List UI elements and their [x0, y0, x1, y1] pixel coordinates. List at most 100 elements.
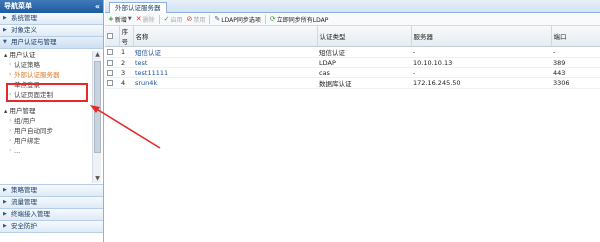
delete-button[interactable]: ✕ 删除 — [136, 15, 155, 24]
prohibit-icon: ⊘ — [186, 14, 193, 23]
disable-button[interactable]: ⊘ 禁用 — [187, 15, 206, 24]
table-row[interactable]: 1 短信认证 短信认证 - - — [105, 46, 600, 58]
cell-server: 10.10.10.13 — [411, 57, 551, 68]
sidebar-section-traffic[interactable]: ▶ 流量管理 — [0, 197, 103, 209]
cell-name-link[interactable]: test11111 — [133, 67, 317, 78]
sync-all-label: 立即同步所有LDAP — [276, 16, 329, 24]
tab-external-auth-server[interactable]: 外部认证服务器 — [109, 2, 167, 13]
scrollbar-thumb[interactable] — [94, 61, 101, 153]
sidebar-section-label: 终端接入管理 — [11, 210, 50, 218]
cell-port: 443 — [551, 67, 600, 78]
sidebar-tree-panel: ▴ 用户认证 认证策略 外部认证服务器 单点登录 认证页面定制 ▴ 用户管理 组… — [0, 49, 103, 185]
disable-label: 禁用 — [193, 16, 206, 24]
sidebar-section-terminal[interactable]: ▶ 终端接入管理 — [0, 209, 103, 221]
cell-name-link[interactable]: srun4k — [133, 77, 317, 89]
tree-item-groups-users[interactable]: 组/用户 — [0, 116, 91, 126]
cell-name-link[interactable]: 短信认证 — [133, 46, 317, 58]
row-checkbox[interactable] — [105, 57, 119, 68]
sidebar-section-label: 对象定义 — [11, 26, 37, 34]
cell-index: 3 — [119, 67, 133, 78]
cell-port: 389 — [551, 57, 600, 68]
scroll-up-icon[interactable]: ▲ — [93, 51, 102, 59]
cell-type: cas — [317, 67, 411, 78]
sidebar-scrollbar[interactable]: ▲ ▼ — [92, 51, 101, 183]
column-header-type[interactable]: 认证类型 — [317, 26, 412, 47]
add-label: 新增 — [114, 16, 127, 24]
expand-arrow-icon: ▶ — [3, 211, 7, 217]
sidebar-header: 导航菜单 « — [0, 0, 103, 13]
expand-arrow-icon: ▶ — [3, 15, 7, 21]
expand-arrow-icon: ▶ — [3, 187, 7, 193]
row-checkbox[interactable] — [105, 67, 119, 78]
sidebar-section-label: 用户认证与管理 — [11, 38, 57, 46]
column-header-server[interactable]: 服务器 — [411, 26, 552, 47]
cell-index: 2 — [119, 57, 133, 68]
sidebar-section-objects[interactable]: ▶ 对象定义 — [0, 25, 103, 37]
cell-port: 3306 — [551, 77, 600, 89]
plus-icon: + — [108, 14, 114, 23]
enable-label: 启用 — [170, 16, 183, 24]
sidebar: 导航菜单 « ▶ 系统管理 ▶ 对象定义 ▼ 用户认证与管理 ▴ 用户认证 认证… — [0, 0, 104, 242]
cell-server: - — [411, 46, 551, 58]
tree-item-external-auth-server[interactable]: 外部认证服务器 — [0, 70, 91, 80]
delete-label: 删除 — [142, 16, 155, 24]
tree-item-auth-page-custom[interactable]: 认证页面定制 — [0, 90, 91, 100]
main-content: 外部认证服务器 + 新增 ▼ ✕ 删除 ✓ 启用 ⊘ 禁用 ✎ LDAP同步选项… — [105, 0, 600, 242]
sidebar-section-label: 策略管理 — [11, 186, 37, 194]
column-header-port[interactable]: 端口 — [551, 26, 600, 47]
tree-group-user-auth[interactable]: ▴ 用户认证 — [0, 50, 91, 60]
cell-type: LDAP — [317, 57, 411, 68]
sidebar-section-system[interactable]: ▶ 系统管理 — [0, 13, 103, 25]
cell-index: 4 — [119, 77, 133, 89]
select-all-checkbox[interactable] — [105, 26, 120, 47]
sync-all-ldap-button[interactable]: ⟳ 立即同步所有LDAP — [270, 15, 328, 24]
tab-bar: 外部认证服务器 — [105, 0, 600, 13]
scroll-down-icon[interactable]: ▼ — [93, 175, 102, 183]
wrench-icon: ✎ — [214, 14, 221, 23]
enable-button[interactable]: ✓ 启用 — [164, 15, 183, 24]
table-row[interactable]: 2 test LDAP 10.10.10.13 389 — [105, 57, 600, 68]
expand-arrow-icon: ▶ — [3, 223, 7, 229]
toolbar-divider — [158, 14, 160, 24]
ldap-sync-label: LDAP同步选项 — [221, 16, 261, 24]
check-icon: ✓ — [163, 14, 170, 23]
row-checkbox[interactable] — [105, 77, 119, 89]
toolbar: + 新增 ▼ ✕ 删除 ✓ 启用 ⊘ 禁用 ✎ LDAP同步选项 ⟳ 立即同步所… — [105, 13, 600, 26]
tree-item-sso[interactable]: 单点登录 — [0, 80, 91, 90]
sidebar-section-user-auth[interactable]: ▼ 用户认证与管理 — [0, 37, 103, 49]
auth-server-table: 序号 名称 认证类型 服务器 端口 1 短信认证 短信认证 - - 2 test… — [105, 26, 600, 89]
cell-index: 1 — [119, 46, 133, 58]
toolbar-divider — [264, 14, 266, 24]
tree-item-user-binding[interactable]: 用户绑定 — [0, 136, 91, 146]
tree-group-user-mgmt[interactable]: ▴ 用户管理 — [0, 106, 91, 116]
cell-name-link[interactable]: test — [133, 57, 317, 68]
tree-item-auth-policy[interactable]: 认证策略 — [0, 60, 91, 70]
add-button[interactable]: + 新增 ▼ — [108, 15, 132, 24]
expand-arrow-icon: ▶ — [3, 27, 7, 33]
sidebar-section-label: 安全防护 — [11, 222, 37, 230]
ldap-sync-options-button[interactable]: ✎ LDAP同步选项 — [214, 15, 260, 24]
refresh-icon: ⟳ — [269, 14, 276, 23]
tree-item-more[interactable]: ... — [0, 146, 91, 156]
tree-item-user-auto-sync[interactable]: 用户自动同步 — [0, 126, 91, 136]
sidebar-title: 导航菜单 — [4, 2, 32, 10]
cell-server: - — [411, 67, 551, 78]
row-checkbox[interactable] — [105, 46, 119, 58]
chevron-down-icon: ▼ — [127, 16, 132, 22]
expand-arrow-icon: ▶ — [3, 199, 7, 205]
column-header-name[interactable]: 名称 — [133, 26, 318, 47]
cell-type: 数据库认证 — [317, 77, 411, 89]
cell-server: 172.16.245.50 — [411, 77, 551, 89]
sidebar-section-security[interactable]: ▶ 安全防护 — [0, 221, 103, 233]
delete-x-icon: ✕ — [135, 14, 142, 23]
cell-type: 短信认证 — [317, 46, 411, 58]
sidebar-section-label: 系统管理 — [11, 14, 37, 22]
table-row[interactable]: 4 srun4k 数据库认证 172.16.245.50 3306 — [105, 77, 600, 89]
double-chevron-left-icon[interactable]: « — [95, 0, 100, 13]
sidebar-section-policy[interactable]: ▶ 策略管理 — [0, 185, 103, 197]
sidebar-tree: ▴ 用户认证 认证策略 外部认证服务器 单点登录 认证页面定制 ▴ 用户管理 组… — [0, 49, 91, 184]
column-header-index[interactable]: 序号 — [119, 26, 134, 47]
cell-port: - — [551, 46, 600, 58]
table-row[interactable]: 3 test11111 cas - 443 — [105, 67, 600, 78]
toolbar-divider — [209, 14, 211, 24]
